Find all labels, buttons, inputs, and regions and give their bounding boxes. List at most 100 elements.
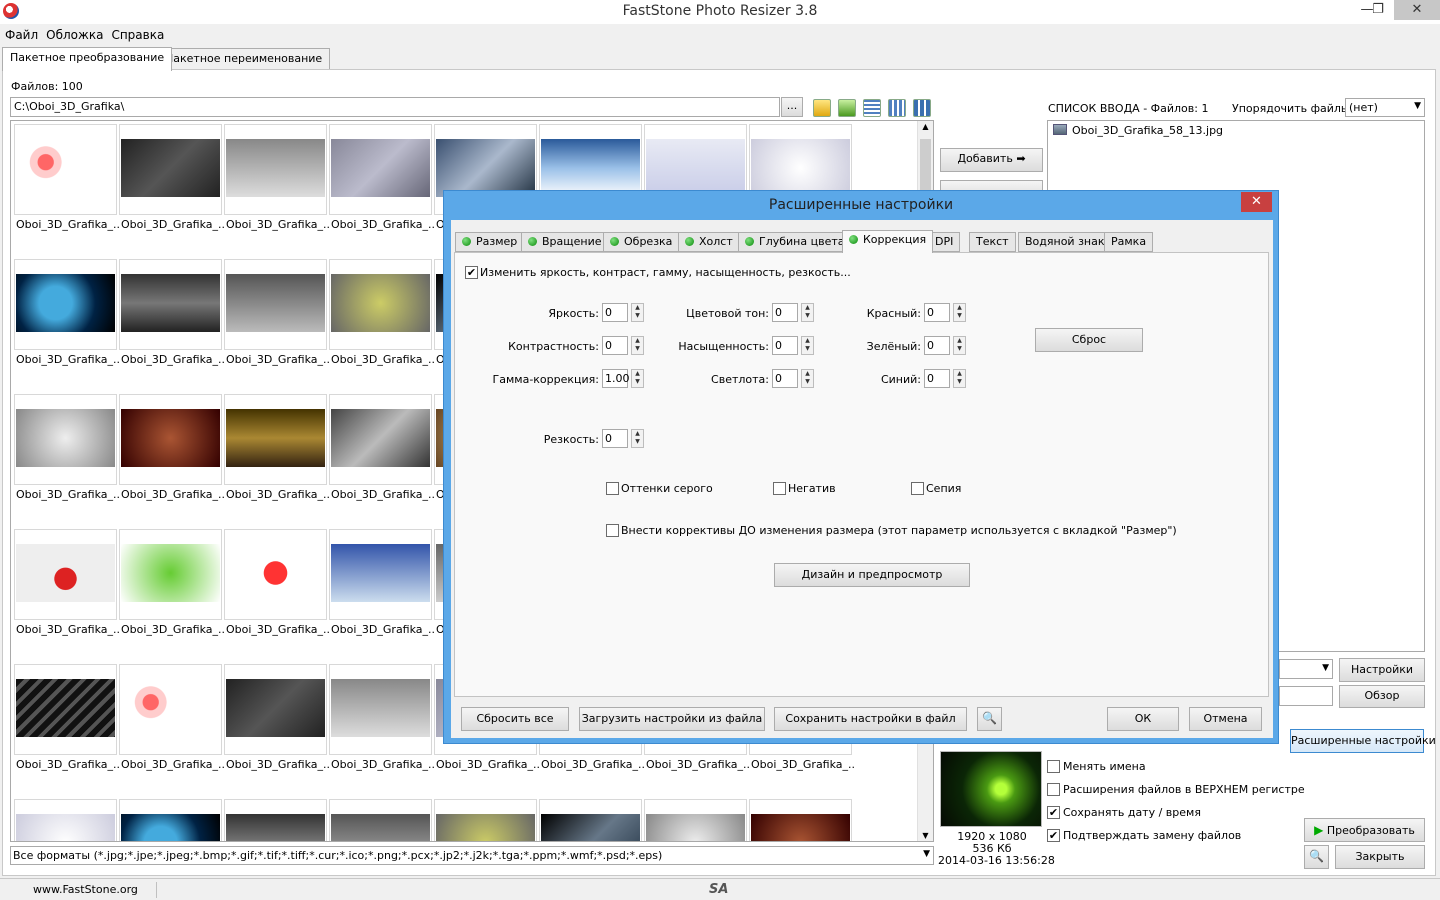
menu-file[interactable]: Файл	[0, 26, 41, 44]
menu-skin[interactable]: Обложка	[41, 26, 106, 44]
rename-checkbox[interactable]	[1047, 760, 1060, 773]
close-window-button[interactable]: ✕	[1394, 0, 1440, 20]
green-input[interactable]: 0	[924, 336, 950, 355]
thumbnail[interactable]	[329, 664, 432, 755]
advanced-settings-button[interactable]: Расширенные настройки	[1290, 729, 1436, 753]
dtab-crop[interactable]: Обрезка	[603, 232, 680, 252]
convert-button[interactable]: ▶ Преобразовать	[1304, 818, 1425, 842]
settings-button[interactable]: Настройки	[1339, 658, 1425, 682]
thumbnail-view-icon[interactable]	[913, 99, 931, 117]
thumbnail[interactable]	[749, 799, 852, 841]
close-button[interactable]: Закрыть	[1335, 845, 1425, 869]
thumbnail[interactable]	[329, 259, 432, 350]
sharpness-spinner[interactable]: ▲ ▼	[631, 429, 644, 448]
contrast-input[interactable]: 0	[602, 336, 628, 355]
dtab-correction[interactable]: Коррекция	[842, 230, 934, 253]
dtab-frame[interactable]: Рамка	[1104, 232, 1154, 252]
thumbnail[interactable]	[14, 394, 117, 485]
brightness-input[interactable]: 0	[602, 303, 628, 322]
output-folder-input[interactable]	[1279, 686, 1333, 706]
magnifier-icon: 🔍	[982, 711, 997, 725]
save-settings-button[interactable]: Сохранить настройки в файл	[774, 707, 967, 731]
dtab-canvas[interactable]: Холст	[678, 232, 740, 252]
green-spinner[interactable]: ▲ ▼	[953, 336, 966, 355]
red-input[interactable]: 0	[924, 303, 950, 322]
keep-date-checkbox[interactable]: ✔	[1047, 806, 1060, 819]
dialog-preview-button[interactable]: 🔍	[977, 707, 1002, 731]
add-button[interactable]: Добавить ➡	[940, 148, 1043, 172]
dtab-watermark[interactable]: Водяной знак	[1018, 232, 1112, 252]
browse-folder-button[interactable]: ...	[781, 97, 803, 117]
thumbnail[interactable]	[224, 394, 327, 485]
thumbnail[interactable]	[119, 664, 222, 755]
refresh-icon[interactable]	[838, 99, 856, 117]
list-view-icon[interactable]	[863, 99, 881, 117]
dtab-color-depth[interactable]: Глубина цвета	[738, 232, 852, 252]
enable-correction-checkbox[interactable]: ✔	[465, 266, 478, 279]
restore-button[interactable]: ❐	[1366, 0, 1390, 20]
dialog-close-button[interactable]: ✕	[1241, 192, 1272, 212]
thumbnail[interactable]	[119, 799, 222, 841]
details-view-icon[interactable]	[888, 99, 906, 117]
red-spinner[interactable]: ▲ ▼	[953, 303, 966, 322]
tab-batch-rename[interactable]: Пакетное переименование	[157, 48, 331, 70]
uppercase-ext-label: Расширения файлов в ВЕРХНЕМ регистре	[1063, 783, 1305, 796]
dtab-size[interactable]: Размер	[455, 232, 525, 252]
folder-path-input[interactable]: C:\Oboi_3D_Grafika\	[10, 97, 780, 117]
tab-batch-convert[interactable]: Пакетное преобразование	[2, 47, 173, 71]
correction-panel: ✔ Изменить яркость, контраст, гамму, нас…	[454, 252, 1269, 697]
design-preview-button[interactable]: Дизайн и предпросмотр	[774, 563, 970, 587]
brightness-label: Яркость:	[548, 307, 599, 320]
uppercase-ext-checkbox[interactable]	[1047, 783, 1060, 796]
image-file-icon	[1053, 124, 1067, 135]
thumbnail-caption: Oboi_3D_Grafika_...	[751, 758, 855, 771]
sepia-label: Сепия	[926, 482, 962, 495]
blue-input[interactable]: 0	[924, 369, 950, 388]
load-settings-button[interactable]: Загрузить настройки из файла	[579, 707, 765, 731]
thumbnail[interactable]	[224, 259, 327, 350]
gamma-input[interactable]: 1.00	[602, 369, 630, 388]
dtab-rotation[interactable]: Вращение	[521, 232, 609, 252]
thumbnail[interactable]	[224, 124, 327, 215]
thumbnail[interactable]	[14, 799, 117, 841]
thumbnail[interactable]	[119, 259, 222, 350]
website-link[interactable]: www.FastStone.org	[33, 883, 138, 896]
confirm-overwrite-checkbox[interactable]: ✔	[1047, 829, 1060, 842]
thumbnail[interactable]	[434, 799, 537, 841]
thumbnail[interactable]	[14, 664, 117, 755]
sort-select[interactable]: (нет) ▼	[1345, 98, 1425, 117]
sepia-checkbox[interactable]	[911, 482, 924, 495]
thumbnail[interactable]	[14, 124, 117, 215]
negative-checkbox[interactable]	[773, 482, 786, 495]
ok-button[interactable]: ОК	[1107, 707, 1179, 731]
thumbnail[interactable]	[224, 664, 327, 755]
format-filter-select[interactable]: Все форматы (*.jpg;*.jpe;*.jpeg;*.bmp;*.…	[10, 846, 934, 865]
reset-correction-button[interactable]: Сброс	[1035, 328, 1143, 352]
grayscale-checkbox[interactable]	[606, 482, 619, 495]
thumbnail[interactable]	[14, 259, 117, 350]
apply-before-resize-checkbox[interactable]	[606, 524, 619, 537]
preview-search-button[interactable]: 🔍	[1304, 845, 1329, 869]
thumbnail[interactable]	[119, 529, 222, 620]
output-format-select[interactable]: ▼	[1279, 659, 1333, 679]
thumbnail[interactable]	[119, 394, 222, 485]
folder-up-icon[interactable]	[813, 99, 831, 117]
thumbnail[interactable]	[14, 529, 117, 620]
list-item[interactable]: Oboi_3D_Grafika_58_13.jpg	[1053, 124, 1223, 137]
cancel-button[interactable]: Отмена	[1189, 707, 1262, 731]
thumbnail[interactable]	[539, 799, 642, 841]
thumbnail[interactable]	[329, 124, 432, 215]
thumbnail[interactable]	[224, 799, 327, 841]
blue-spinner[interactable]: ▲ ▼	[953, 369, 966, 388]
thumbnail[interactable]	[329, 394, 432, 485]
dtab-text[interactable]: Текст	[969, 232, 1016, 252]
thumbnail[interactable]	[644, 799, 747, 841]
browse-output-button[interactable]: Обзор	[1339, 685, 1425, 708]
menu-help[interactable]: Справка	[106, 26, 167, 44]
thumbnail[interactable]	[224, 529, 327, 620]
thumbnail[interactable]	[329, 529, 432, 620]
thumbnail[interactable]	[329, 799, 432, 841]
sharpness-input[interactable]: 0	[602, 429, 628, 448]
reset-all-button[interactable]: Сбросить все	[461, 707, 569, 731]
thumbnail[interactable]	[119, 124, 222, 215]
